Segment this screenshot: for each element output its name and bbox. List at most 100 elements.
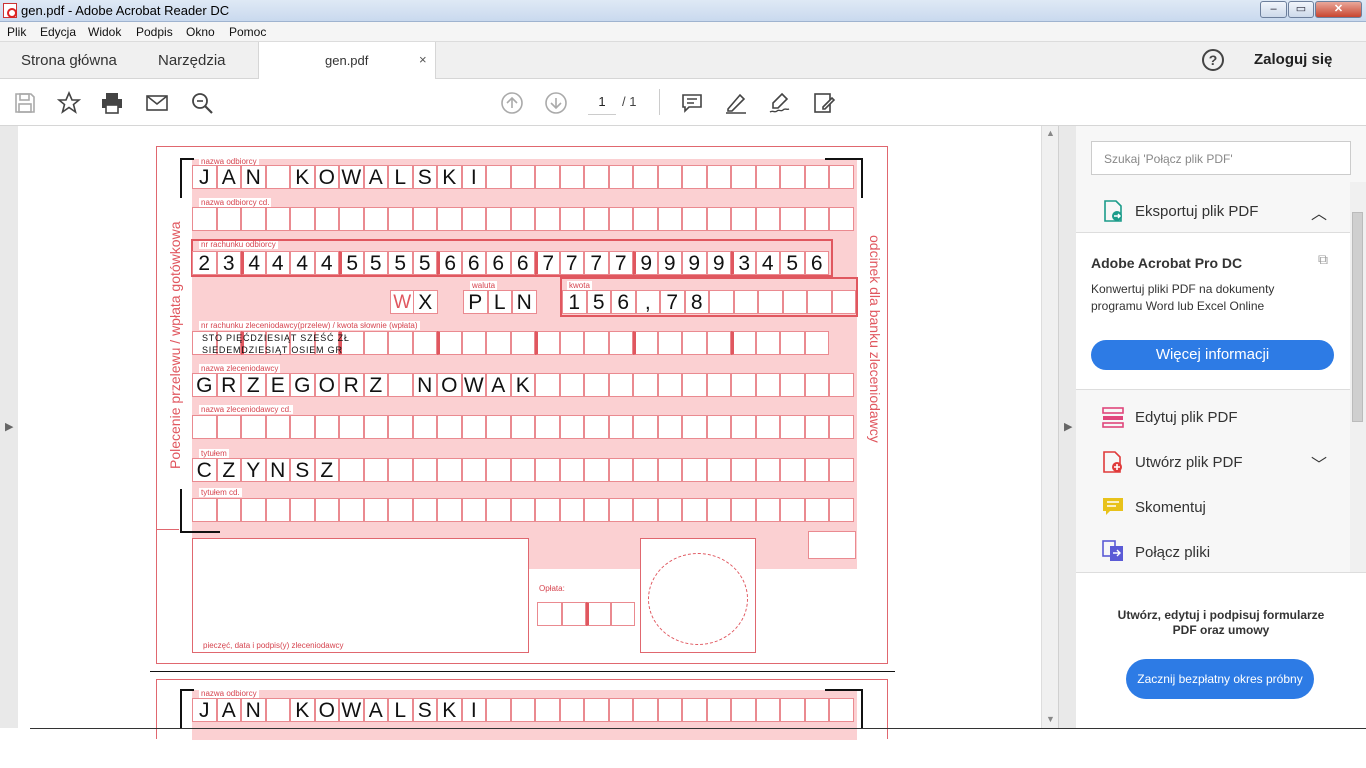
payer-cell [535, 373, 560, 397]
page-up-icon[interactable] [500, 91, 524, 115]
tab-tools[interactable]: Narzędzia [158, 52, 226, 69]
scroll-up-icon[interactable]: ▲ [1046, 128, 1055, 138]
account-field[interactable]: 23444455556666777799993456 [192, 251, 829, 275]
amount-words-cell [633, 331, 658, 355]
expand-left-icon[interactable]: ▶ [5, 420, 13, 433]
recipient-cell [682, 165, 707, 189]
help-icon[interactable]: ? [1202, 49, 1224, 71]
recipient-p2-cell [486, 698, 511, 722]
copy-icon[interactable]: ⧉ [1318, 251, 1328, 268]
title-cont-field[interactable] [192, 498, 854, 522]
tab-document[interactable]: gen.pdf × [258, 42, 436, 79]
fee-cell [610, 602, 635, 626]
tools-panel: Szukaj 'Połącz plik PDF' Eksportuj plik … [1076, 126, 1366, 728]
recipient-cont-cell [633, 207, 658, 231]
menu-edycja[interactable]: Edycja [40, 25, 76, 39]
scroll-down-icon[interactable]: ▼ [1046, 714, 1055, 724]
start-trial-button[interactable]: Zacznij bezpłatny okres próbny [1126, 659, 1314, 699]
chevron-down-icon[interactable]: ﹀ [1311, 451, 1327, 475]
maximize-button[interactable]: ▭ [1288, 1, 1314, 18]
payer-cont-field[interactable] [192, 415, 854, 439]
title-cont-cell [363, 498, 388, 522]
document-scrollbar[interactable]: ▲ ▼ [1041, 126, 1058, 728]
payer-cont-cell [461, 415, 486, 439]
tool-combine[interactable]: Połącz pliki [1076, 537, 1350, 572]
collapse-panel-icon[interactable]: ▶ [1064, 420, 1072, 433]
title-cell: C [192, 458, 217, 482]
login-button[interactable]: Zaloguj się [1254, 51, 1332, 68]
payer-cell: N [412, 373, 437, 397]
recipient-cont-cell [314, 207, 339, 231]
page-down-icon[interactable] [544, 91, 568, 115]
fill-sign-icon[interactable] [812, 91, 836, 115]
tool-comment[interactable]: Skomentuj [1076, 492, 1350, 532]
toolbar: 1 / 1 [0, 79, 1366, 126]
payer-cell: E [265, 373, 290, 397]
recipient-cell: S [412, 165, 437, 189]
recipient-cell [510, 165, 535, 189]
recipient-field[interactable]: JANKOWALSKI [192, 165, 854, 189]
type-w-box[interactable]: W [390, 290, 415, 314]
account-cell: 4 [241, 251, 266, 275]
payer-cont-cell [608, 415, 633, 439]
recipient-field-2[interactable]: JANKOWALSKI [192, 698, 854, 722]
menu-okno[interactable]: Okno [186, 25, 215, 39]
minimize-button[interactable]: – [1260, 1, 1287, 18]
page-number-input[interactable]: 1 [588, 93, 616, 115]
zoom-icon[interactable] [190, 91, 214, 115]
payer-cont-cell [265, 415, 290, 439]
recipient-p2-cell [559, 698, 584, 722]
left-panel-toggle[interactable]: ▶ [0, 126, 18, 728]
star-icon[interactable] [56, 90, 82, 115]
payer-cont-cell [829, 415, 854, 439]
currency-field[interactable]: PLN [463, 290, 537, 314]
recipient-p2-cell [510, 698, 535, 722]
save-icon[interactable] [13, 91, 37, 115]
amount-cell [758, 290, 783, 314]
recipient-cell [535, 165, 560, 189]
tool-create-pdf[interactable]: Utwórz plik PDF ﹀ [1076, 447, 1350, 487]
title-cont-cell [388, 498, 413, 522]
panel-scroll-thumb[interactable] [1352, 212, 1363, 422]
fee-cell [586, 602, 611, 626]
stamp-circle [648, 553, 748, 645]
export-pdf-header[interactable]: Eksportuj plik PDF ︿ [1076, 192, 1350, 232]
title-cell [731, 458, 756, 482]
stamp-box: pieczęć, data i podpis(y) zleceniodawcy [192, 538, 529, 653]
panel-scrollbar[interactable] [1350, 182, 1366, 572]
amount-field[interactable]: 156,78 [562, 290, 856, 314]
recipient-cell [657, 165, 682, 189]
chevron-up-icon[interactable]: ︿ [1311, 200, 1327, 224]
menu-podpis[interactable]: Podpis [136, 25, 173, 39]
highlight-icon[interactable] [724, 91, 748, 115]
tools-search-input[interactable]: Szukaj 'Połącz plik PDF' [1091, 141, 1351, 175]
close-window-button[interactable]: ✕ [1315, 1, 1362, 18]
payer-cont-cell [290, 415, 315, 439]
type-x-box[interactable]: X [413, 290, 438, 314]
menu-pomoc[interactable]: Pomoc [229, 25, 266, 39]
sign-icon[interactable] [768, 91, 792, 115]
close-tab-icon[interactable]: × [419, 52, 427, 67]
recipient-p2-cell [265, 698, 290, 722]
title-field[interactable]: CZYNSZ [192, 458, 854, 482]
recipient-cont-cell [804, 207, 829, 231]
account-cell: 5 [363, 251, 388, 275]
payer-cell [780, 373, 805, 397]
more-info-button[interactable]: Więcej informacji [1091, 340, 1334, 370]
payer-cont-cell [780, 415, 805, 439]
payer-field[interactable]: GRZEGORZNOWAK [192, 373, 854, 397]
title-cell [804, 458, 829, 482]
tab-document-label: gen.pdf [325, 53, 369, 68]
print-icon[interactable] [100, 91, 124, 115]
comment-icon[interactable] [680, 91, 704, 115]
recipient-cell [608, 165, 633, 189]
tool-edit-pdf[interactable]: Edytuj plik PDF [1076, 402, 1350, 442]
menu-widok[interactable]: Widok [88, 25, 121, 39]
menu-plik[interactable]: Plik [7, 25, 26, 39]
recipient-cont-field[interactable] [192, 207, 854, 231]
mail-icon[interactable] [145, 91, 169, 115]
right-panel-toggle[interactable]: ▶ [1058, 126, 1076, 728]
recipient-cell [706, 165, 731, 189]
tab-home[interactable]: Strona główna [21, 52, 117, 69]
title-label: tytułem [199, 449, 229, 458]
